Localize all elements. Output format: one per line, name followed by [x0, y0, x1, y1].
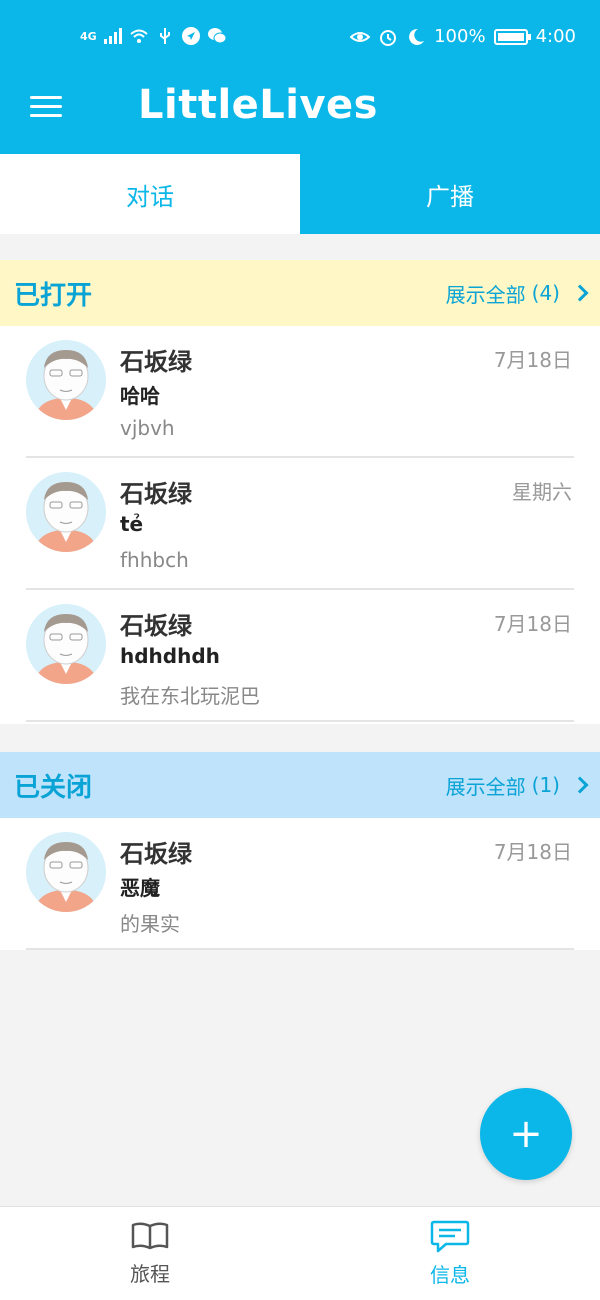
show-all-closed-button[interactable]: 展示全部 (1) [445, 771, 589, 800]
avatar [26, 340, 106, 420]
show-all-open-button[interactable]: 展示全部 (4) [445, 279, 589, 308]
tab-conversations[interactable]: 对话 [0, 154, 300, 234]
closed-conversation-list: 石坂绿 恶魔 的果实 7月18日 [0, 818, 600, 950]
tab-bar: 对话 广播 [0, 154, 600, 234]
book-icon [131, 1222, 169, 1250]
conversation-item[interactable]: 石坂绿 恶魔 的果实 7月18日 [0, 818, 600, 950]
moon-icon [409, 28, 425, 45]
menu-icon[interactable] [30, 94, 64, 120]
avatar [26, 604, 106, 684]
section-title-open: 已打开 [14, 280, 93, 311]
plus-icon: + [509, 1111, 543, 1157]
divider [26, 720, 574, 722]
network-label: 4G [80, 29, 97, 43]
sender-name: 石坂绿 [120, 840, 192, 868]
message-date: 7月18日 [493, 840, 572, 864]
nav-label: 旅程 [130, 1262, 170, 1286]
status-left: 4G [80, 26, 227, 46]
message-date: 7月18日 [493, 348, 572, 372]
closed-section-header: 已关闭 展示全部 (1) [0, 752, 600, 818]
show-all-label: 展示全部 [445, 774, 526, 799]
conversation-item[interactable]: 石坂绿 tẻ fhhbch 星期六 [0, 458, 600, 590]
alarm-icon [380, 29, 397, 46]
nav-journey[interactable]: 旅程 [0, 1207, 300, 1300]
bottom-nav: 旅程 信息 [0, 1206, 600, 1300]
message-date: 星期六 [512, 480, 572, 504]
message-date: 7月18日 [493, 612, 572, 636]
wifi-icon [130, 29, 148, 43]
sender-name: 石坂绿 [120, 612, 192, 640]
wechat-icon [207, 28, 227, 44]
open-section-header: 已打开 展示全部 (4) [0, 260, 600, 326]
conversation-subject: tẻ [120, 512, 144, 536]
message-preview: 我在东北玩泥巴 [120, 684, 260, 708]
divider [26, 948, 574, 950]
message-preview: fhhbch [120, 548, 189, 572]
count-badge: (4) [531, 281, 560, 305]
signal-icon [103, 28, 122, 44]
conversation-subject: 恶魔 [120, 876, 160, 900]
section-title-closed: 已关闭 [14, 772, 93, 803]
avatar [26, 832, 106, 912]
sender-name: 石坂绿 [120, 348, 192, 376]
location-icon [181, 27, 200, 45]
conversation-item[interactable]: 石坂绿 哈哈 vjbvh 7月18日 [0, 326, 600, 458]
chevron-right-icon [571, 776, 589, 794]
tab-broadcast[interactable]: 广播 [300, 154, 600, 234]
message-icon [430, 1220, 470, 1253]
nav-messages[interactable]: 信息 [300, 1207, 600, 1300]
app-title: LittleLives [138, 82, 378, 128]
open-conversation-list: 石坂绿 哈哈 vjbvh 7月18日 石坂绿 tẻ fhhbch 星期六 石坂绿… [0, 326, 600, 724]
compose-button[interactable]: + [480, 1088, 572, 1180]
sender-name: 石坂绿 [120, 480, 192, 508]
status-right: 100% 4:00 [350, 26, 576, 47]
eye-icon [350, 31, 371, 42]
usb-icon [159, 28, 170, 44]
battery-icon [493, 28, 531, 45]
conversation-subject: 哈哈 [120, 384, 160, 408]
count-badge: (1) [531, 773, 560, 797]
nav-label: 信息 [430, 1263, 470, 1287]
clock: 4:00 [535, 26, 576, 47]
status-bar: 4G 100% 4:00 [0, 0, 600, 74]
conversation-item[interactable]: 石坂绿 hdhdhdh 我在东北玩泥巴 7月18日 [0, 590, 600, 722]
conversation-subject: hdhdhdh [120, 644, 220, 668]
show-all-label: 展示全部 [445, 282, 526, 307]
message-preview: vjbvh [120, 416, 175, 440]
chevron-right-icon [571, 284, 589, 302]
avatar [26, 472, 106, 552]
app-bar: 4G 100% 4:00 LittleLives [0, 0, 600, 154]
battery-percent: 100% [434, 26, 486, 47]
message-preview: 的果实 [120, 912, 180, 936]
